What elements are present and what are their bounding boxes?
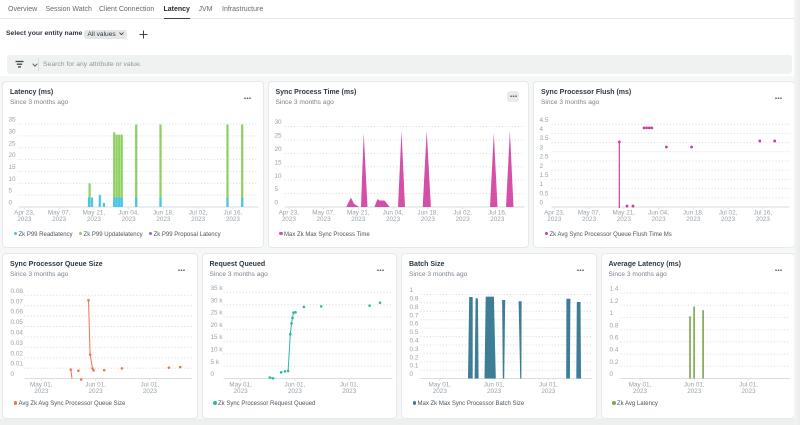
svg-text:2023: 2023 bbox=[721, 216, 736, 223]
svg-text:2023: 2023 bbox=[420, 216, 435, 223]
svg-text:2023: 2023 bbox=[582, 216, 597, 223]
svg-text:2023: 2023 bbox=[686, 216, 701, 223]
svg-text:2023: 2023 bbox=[651, 216, 666, 223]
svg-text:4: 4 bbox=[540, 126, 544, 133]
svg-text:2023: 2023 bbox=[756, 216, 771, 223]
svg-text:2023: 2023 bbox=[281, 216, 296, 223]
svg-text:0: 0 bbox=[11, 371, 15, 378]
svg-text:30: 30 bbox=[9, 128, 17, 135]
svg-text:20: 20 bbox=[274, 146, 282, 153]
svg-text:0: 0 bbox=[609, 371, 613, 378]
svg-text:0.05: 0.05 bbox=[11, 319, 24, 326]
svg-text:10: 10 bbox=[9, 176, 17, 183]
svg-text:0: 0 bbox=[9, 200, 13, 207]
svg-text:0.01: 0.01 bbox=[11, 361, 24, 368]
svg-text:2.5: 2.5 bbox=[540, 154, 549, 161]
svg-text:5: 5 bbox=[9, 188, 13, 195]
svg-text:30: 30 bbox=[274, 119, 282, 126]
svg-text:5: 5 bbox=[274, 186, 278, 193]
svg-text:4.5: 4.5 bbox=[540, 117, 549, 124]
svg-text:0.2: 0.2 bbox=[609, 359, 618, 366]
svg-text:1.2: 1.2 bbox=[609, 298, 618, 305]
svg-text:0.5: 0.5 bbox=[410, 329, 419, 336]
svg-text:2023: 2023 bbox=[52, 216, 67, 223]
svg-text:2023: 2023 bbox=[351, 216, 366, 223]
svg-text:2023: 2023 bbox=[487, 388, 502, 395]
svg-text:0.4: 0.4 bbox=[410, 338, 419, 345]
svg-text:15: 15 bbox=[9, 164, 17, 171]
svg-text:0.9: 0.9 bbox=[410, 296, 419, 303]
svg-text:2023: 2023 bbox=[433, 388, 448, 395]
svg-text:1: 1 bbox=[540, 181, 544, 188]
svg-text:2023: 2023 bbox=[17, 216, 32, 223]
svg-text:2023: 2023 bbox=[287, 388, 302, 395]
svg-text:1.5: 1.5 bbox=[540, 172, 549, 179]
svg-text:0.04: 0.04 bbox=[11, 330, 24, 337]
svg-text:2023: 2023 bbox=[541, 388, 556, 395]
svg-text:2023: 2023 bbox=[87, 216, 102, 223]
svg-text:2023: 2023 bbox=[89, 388, 104, 395]
svg-text:2023: 2023 bbox=[191, 216, 206, 223]
svg-text:25: 25 bbox=[9, 140, 17, 147]
svg-text:2023: 2023 bbox=[490, 216, 505, 223]
svg-text:0.6: 0.6 bbox=[410, 321, 419, 328]
svg-text:0.7: 0.7 bbox=[410, 312, 419, 319]
svg-text:0.08: 0.08 bbox=[11, 288, 24, 295]
svg-text:25 k: 25 k bbox=[210, 310, 223, 317]
svg-text:35 k: 35 k bbox=[210, 285, 223, 292]
svg-text:5 k: 5 k bbox=[210, 359, 219, 366]
svg-text:2023: 2023 bbox=[233, 388, 248, 395]
svg-text:1.4: 1.4 bbox=[609, 286, 618, 293]
svg-text:2023: 2023 bbox=[156, 216, 171, 223]
svg-text:2023: 2023 bbox=[385, 216, 400, 223]
svg-text:2023: 2023 bbox=[632, 388, 647, 395]
svg-text:2023: 2023 bbox=[455, 216, 470, 223]
svg-text:0: 0 bbox=[540, 200, 544, 207]
svg-text:0.4: 0.4 bbox=[609, 347, 618, 354]
svg-text:2023: 2023 bbox=[226, 216, 241, 223]
svg-text:25: 25 bbox=[274, 133, 282, 140]
svg-text:0.07: 0.07 bbox=[11, 298, 24, 305]
svg-text:2023: 2023 bbox=[547, 216, 562, 223]
svg-text:0.5: 0.5 bbox=[540, 190, 549, 197]
svg-text:2023: 2023 bbox=[316, 216, 331, 223]
svg-text:0.6: 0.6 bbox=[609, 335, 618, 342]
svg-text:15: 15 bbox=[274, 159, 282, 166]
svg-text:30 k: 30 k bbox=[210, 297, 223, 304]
svg-text:0.02: 0.02 bbox=[11, 350, 24, 357]
svg-text:20: 20 bbox=[9, 152, 17, 159]
svg-text:0: 0 bbox=[410, 371, 414, 378]
svg-text:3.5: 3.5 bbox=[540, 135, 549, 142]
svg-text:2: 2 bbox=[540, 163, 544, 170]
svg-text:35: 35 bbox=[9, 117, 17, 124]
svg-text:3: 3 bbox=[540, 144, 544, 151]
svg-text:2023: 2023 bbox=[342, 388, 357, 395]
svg-text:1: 1 bbox=[609, 310, 613, 317]
svg-text:2023: 2023 bbox=[617, 216, 632, 223]
svg-text:2023: 2023 bbox=[687, 388, 702, 395]
svg-text:15 k: 15 k bbox=[210, 334, 223, 341]
svg-text:0: 0 bbox=[274, 200, 278, 207]
svg-text:0.06: 0.06 bbox=[11, 309, 24, 316]
svg-text:20 k: 20 k bbox=[210, 322, 223, 329]
svg-text:10 k: 10 k bbox=[210, 347, 223, 354]
svg-text:0.2: 0.2 bbox=[410, 354, 419, 361]
svg-text:0.8: 0.8 bbox=[609, 322, 618, 329]
svg-text:0.8: 0.8 bbox=[410, 304, 419, 311]
svg-text:0.3: 0.3 bbox=[410, 346, 419, 353]
svg-text:2023: 2023 bbox=[34, 388, 49, 395]
svg-text:2023: 2023 bbox=[122, 216, 137, 223]
svg-text:0.1: 0.1 bbox=[410, 363, 419, 370]
svg-text:2023: 2023 bbox=[143, 388, 158, 395]
svg-text:2023: 2023 bbox=[741, 388, 756, 395]
svg-text:0.03: 0.03 bbox=[11, 340, 24, 347]
svg-text:1: 1 bbox=[410, 287, 414, 294]
svg-text:10: 10 bbox=[274, 173, 282, 180]
svg-text:0: 0 bbox=[210, 371, 214, 378]
